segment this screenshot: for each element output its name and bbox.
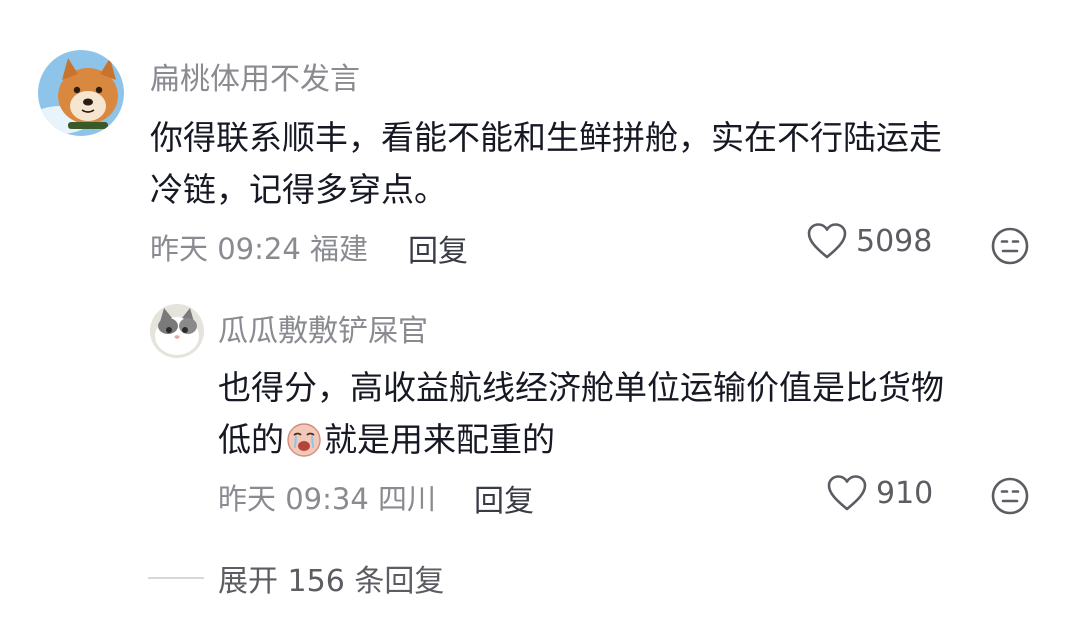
cat-avatar-image xyxy=(150,304,204,358)
comment-text: 你得联系顺丰，看能不能和生鲜拼舱，实在不行陆运走 冷链，记得多穿点。 xyxy=(150,112,942,216)
comment-text-line: 你得联系顺丰，看能不能和生鲜拼舱，实在不行陆运走 xyxy=(150,118,942,157)
divider xyxy=(148,577,204,579)
reply-button[interactable]: 回复 xyxy=(474,476,534,520)
dislike-face-icon[interactable] xyxy=(990,476,1030,520)
avatar[interactable] xyxy=(38,50,124,136)
comment-text-segment: 低的 xyxy=(218,420,284,459)
like-button[interactable]: 5098 xyxy=(806,222,932,260)
like-count: 910 xyxy=(876,475,934,511)
expand-replies-button[interactable]: 展开 156 条回复 xyxy=(148,556,444,600)
expand-replies-label: 展开 156 条回复 xyxy=(218,564,445,599)
dislike-face-icon[interactable] xyxy=(990,226,1030,270)
crying-face-emoji-icon xyxy=(286,420,322,472)
like-count: 5098 xyxy=(856,223,933,259)
heart-icon xyxy=(827,475,867,511)
comment-meta: 昨天 09:34 四川 xyxy=(218,482,437,516)
comment-text-line: 冷链，记得多穿点。 xyxy=(150,170,447,209)
like-button[interactable]: 910 xyxy=(826,474,933,512)
comment-text-line: 也得分，高收益航线经济舱单位运输价值是比货物 xyxy=(218,368,944,407)
comment-text-line: 低的 就是用来配重的 xyxy=(218,414,944,472)
username[interactable]: 扁桃体用不发言 xyxy=(150,54,360,98)
avatar[interactable] xyxy=(150,304,204,358)
comment-meta: 昨天 09:24 福建 xyxy=(150,232,369,266)
comment-text-segment: 就是用来配重的 xyxy=(324,420,555,459)
username[interactable]: 瓜瓜敷敷铲屎官 xyxy=(218,306,428,350)
heart-icon xyxy=(807,223,847,259)
shiba-dog-avatar-image xyxy=(38,50,124,136)
comment-text: 也得分，高收益航线经济舱单位运输价值是比货物 低的 就是用来配重的 xyxy=(218,362,944,472)
reply-button[interactable]: 回复 xyxy=(408,226,468,270)
